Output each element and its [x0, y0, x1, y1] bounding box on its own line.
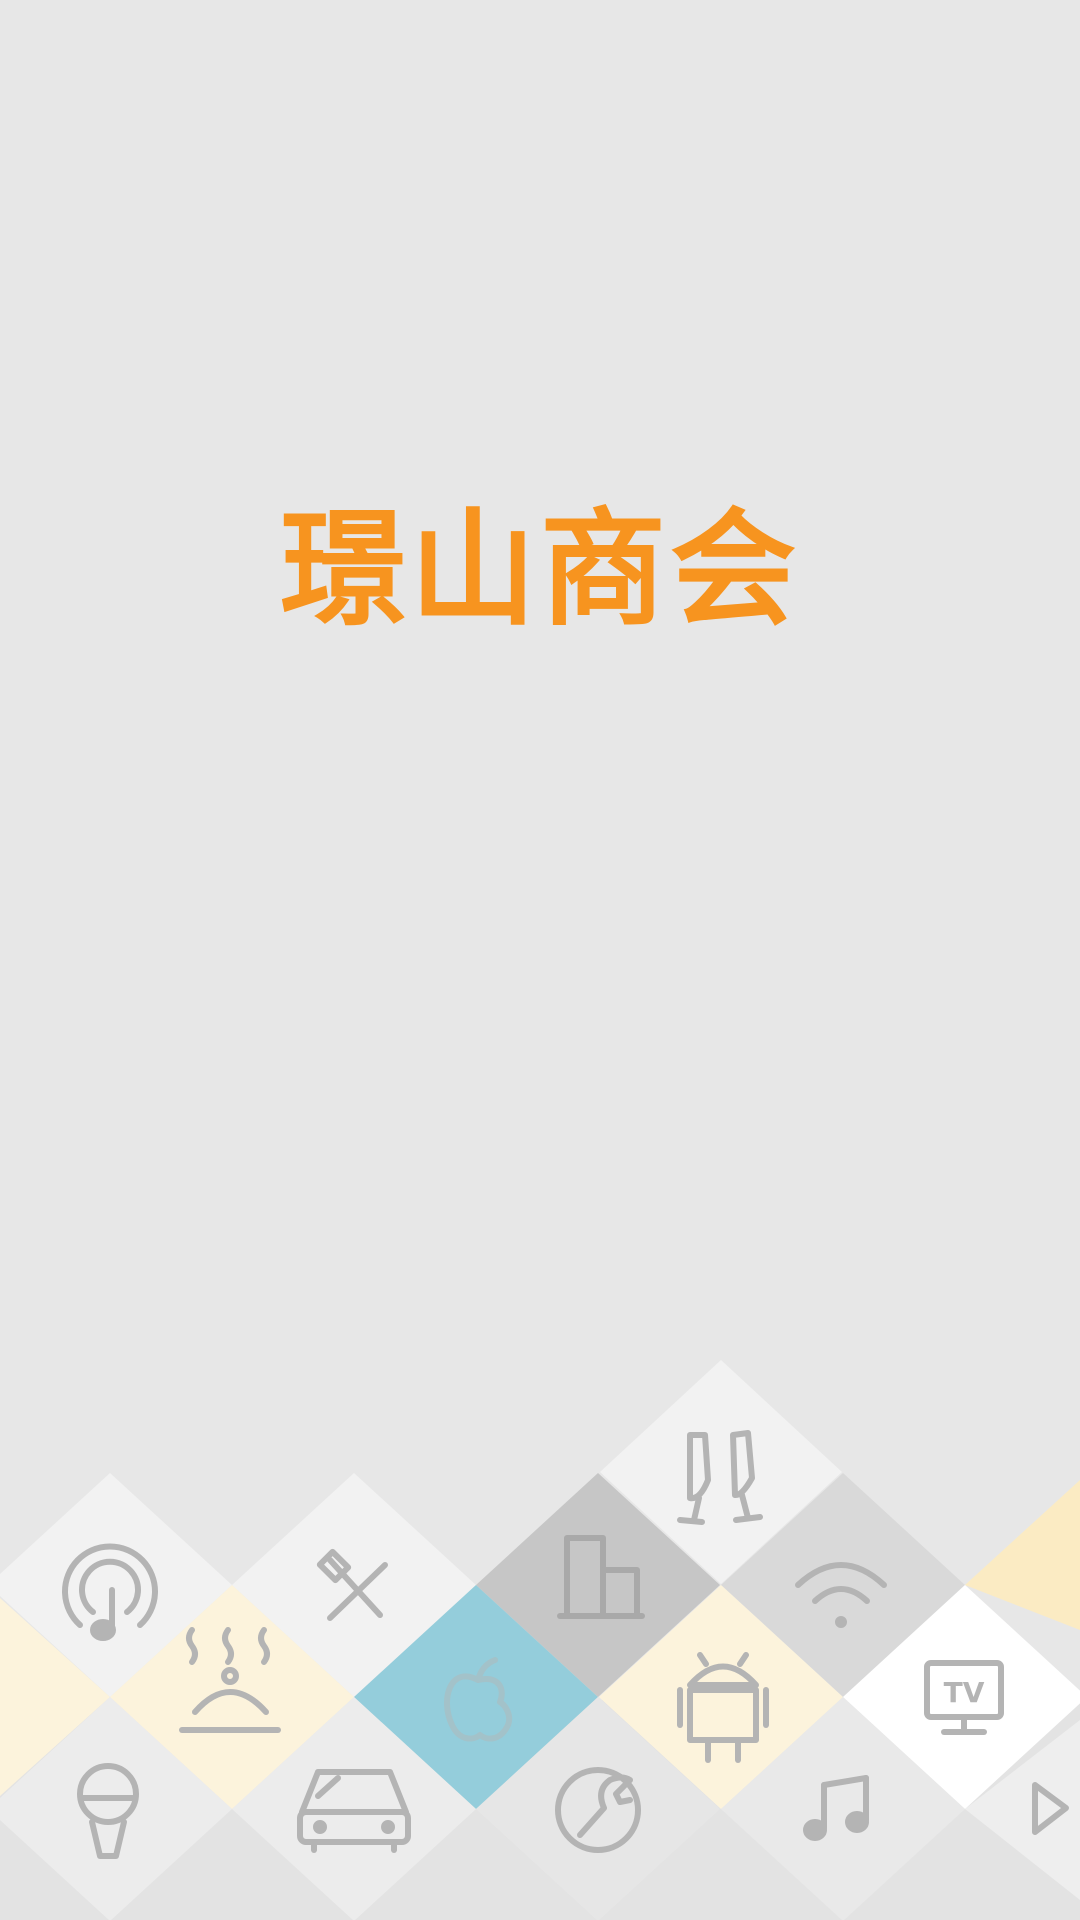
decorative-tile-pattern: TV	[0, 1360, 1080, 1920]
tv-icon-label: TV	[944, 1676, 985, 1709]
splash-screen: 璟山商会 TV	[0, 0, 1080, 1920]
